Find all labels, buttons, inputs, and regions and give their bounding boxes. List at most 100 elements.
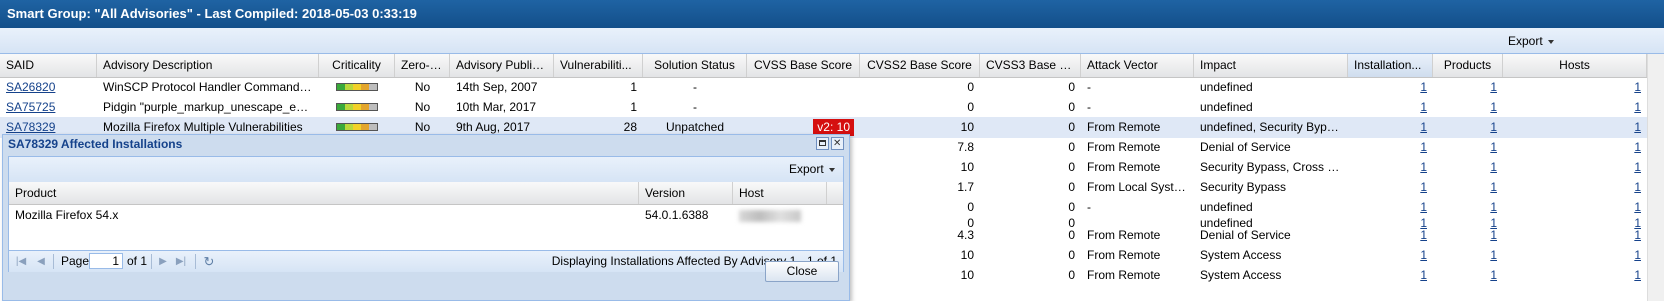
column-header[interactable]: Advisory Description: [97, 54, 319, 77]
column-header[interactable]: Products: [1433, 54, 1503, 77]
vector-cell: From Remote: [1087, 160, 1161, 174]
column-product[interactable]: Product: [9, 182, 639, 204]
paging-toolbar: |◀ ◀ Page 1 of 1 ▶ ▶| ↻ Displaying Insta…: [9, 250, 843, 272]
next-page-icon[interactable]: ▶: [157, 256, 169, 267]
inst-link[interactable]: 1: [1420, 100, 1427, 114]
hosts-link[interactable]: 1: [1634, 160, 1641, 174]
inst-link[interactable]: 1: [1420, 228, 1427, 242]
table-row[interactable]: SA75725 Pidgin "purple_markup_unescape_en…: [0, 97, 1664, 118]
inst-cell: 1: [1348, 225, 1433, 246]
column-header[interactable]: Advisory Published: [450, 54, 554, 77]
installations-grid: Export Product Version Host Mozilla Fire…: [8, 156, 844, 272]
chevron-down-icon: [828, 167, 835, 172]
popup-export-button[interactable]: Export: [783, 160, 841, 178]
inst-link[interactable]: 1: [1420, 140, 1427, 154]
last-page-icon[interactable]: ▶|: [175, 256, 187, 267]
inst-cell: 1: [1348, 77, 1433, 98]
cvss2-cell: 0: [967, 80, 974, 94]
hosts-link[interactable]: 1: [1634, 140, 1641, 154]
hosts-link[interactable]: 1: [1634, 120, 1641, 134]
main-toolbar: Export: [0, 28, 1664, 54]
close-button[interactable]: Close: [765, 261, 839, 282]
prod-link[interactable]: 1: [1490, 100, 1497, 114]
prod-link[interactable]: 1: [1490, 200, 1497, 214]
prod-cell: 1: [1433, 265, 1503, 286]
vertical-scrollbar[interactable]: [1647, 54, 1664, 301]
column-header[interactable]: CVSS2 Base Score: [860, 54, 980, 77]
maximize-icon[interactable]: [816, 137, 829, 150]
export-button[interactable]: Export: [1502, 32, 1560, 50]
column-header[interactable]: SAID: [0, 54, 97, 77]
affected-installations-window: SA78329 Affected Installations Export Pr…: [2, 134, 850, 301]
hosts-link[interactable]: 1: [1634, 200, 1641, 214]
column-header[interactable]: Solution Status: [643, 54, 747, 77]
prod-cell: 1: [1433, 77, 1503, 98]
prod-link[interactable]: 1: [1490, 228, 1497, 242]
inst-cell: 1: [1348, 265, 1433, 286]
hosts-cell: 1: [1503, 97, 1647, 118]
refresh-icon[interactable]: ↻: [203, 255, 215, 268]
advisory-link[interactable]: SA26820: [6, 80, 55, 94]
prod-link[interactable]: 1: [1490, 248, 1497, 262]
inst-link[interactable]: 1: [1420, 180, 1427, 194]
cvss3-cell: 0: [1068, 268, 1075, 282]
column-header[interactable]: Vulnerabiliti...: [554, 54, 643, 77]
vector-cell: From Remote: [1087, 268, 1161, 282]
hosts-link[interactable]: 1: [1634, 248, 1641, 262]
host-redacted: [739, 209, 801, 222]
inst-cell: 1: [1348, 157, 1433, 178]
column-version[interactable]: Version: [639, 182, 733, 204]
hosts-link[interactable]: 1: [1634, 80, 1641, 94]
column-header[interactable]: Hosts: [1503, 54, 1647, 77]
prod-link[interactable]: 1: [1490, 180, 1497, 194]
separator: [53, 254, 54, 269]
popup-toolbar: Export: [9, 157, 843, 183]
cvss3-cell: 0: [1068, 140, 1075, 154]
prod-link[interactable]: 1: [1490, 80, 1497, 94]
table-row[interactable]: Mozilla Firefox 54.x 54.0.1.6388: [9, 204, 843, 226]
hosts-link[interactable]: 1: [1634, 228, 1641, 242]
cvss3-cell: 0: [1068, 100, 1075, 114]
close-icon[interactable]: [831, 136, 844, 151]
impact-cell: Security Bypass, Cross Site Scri: [1200, 160, 1348, 174]
column-header[interactable]: Attack Vector: [1081, 54, 1194, 77]
crit-cell: [319, 77, 395, 98]
vector-cell: -: [1087, 80, 1091, 94]
advisory-link[interactable]: SA78329: [6, 120, 55, 134]
advisory-link[interactable]: SA75725: [6, 100, 55, 114]
inst-link[interactable]: 1: [1420, 200, 1427, 214]
impact-cell: undefined: [1200, 100, 1253, 114]
page-input[interactable]: 1: [89, 253, 123, 269]
prev-page-icon[interactable]: ◀: [35, 256, 47, 267]
prod-link[interactable]: 1: [1490, 268, 1497, 282]
vector-cell: From Remote: [1087, 140, 1161, 154]
zero-cell: No: [414, 100, 431, 114]
column-host[interactable]: Host: [733, 182, 827, 204]
impact-cell: System Access: [1200, 268, 1282, 282]
hosts-cell: 1: [1503, 265, 1647, 286]
prod-link[interactable]: 1: [1490, 140, 1497, 154]
impact-cell: undefined, Security Bypass, Cro: [1200, 120, 1348, 134]
hosts-link[interactable]: 1: [1634, 100, 1641, 114]
inst-link[interactable]: 1: [1420, 80, 1427, 94]
column-header[interactable]: Zero-Day: [395, 54, 450, 77]
hosts-link[interactable]: 1: [1634, 268, 1641, 282]
column-header[interactable]: CVSS3 Base Score: [980, 54, 1081, 77]
column-header[interactable]: Installation...: [1348, 54, 1433, 77]
first-page-icon[interactable]: |◀: [15, 256, 27, 267]
solution-cell: -: [693, 80, 697, 94]
inst-link[interactable]: 1: [1420, 248, 1427, 262]
installations-header: Product Version Host: [9, 182, 843, 205]
cvss2-cell: 7.8: [957, 140, 974, 154]
column-header[interactable]: CVSS Base Score: [747, 54, 860, 77]
prod-link[interactable]: 1: [1490, 160, 1497, 174]
column-header[interactable]: Criticality: [319, 54, 395, 77]
prod-cell: 1: [1433, 117, 1503, 138]
table-row[interactable]: SA26820 WinSCP Protocol Handler Command L…: [0, 77, 1664, 98]
prod-link[interactable]: 1: [1490, 120, 1497, 134]
column-header[interactable]: Impact: [1194, 54, 1348, 77]
inst-link[interactable]: 1: [1420, 120, 1427, 134]
hosts-link[interactable]: 1: [1634, 180, 1641, 194]
inst-link[interactable]: 1: [1420, 268, 1427, 282]
inst-link[interactable]: 1: [1420, 160, 1427, 174]
